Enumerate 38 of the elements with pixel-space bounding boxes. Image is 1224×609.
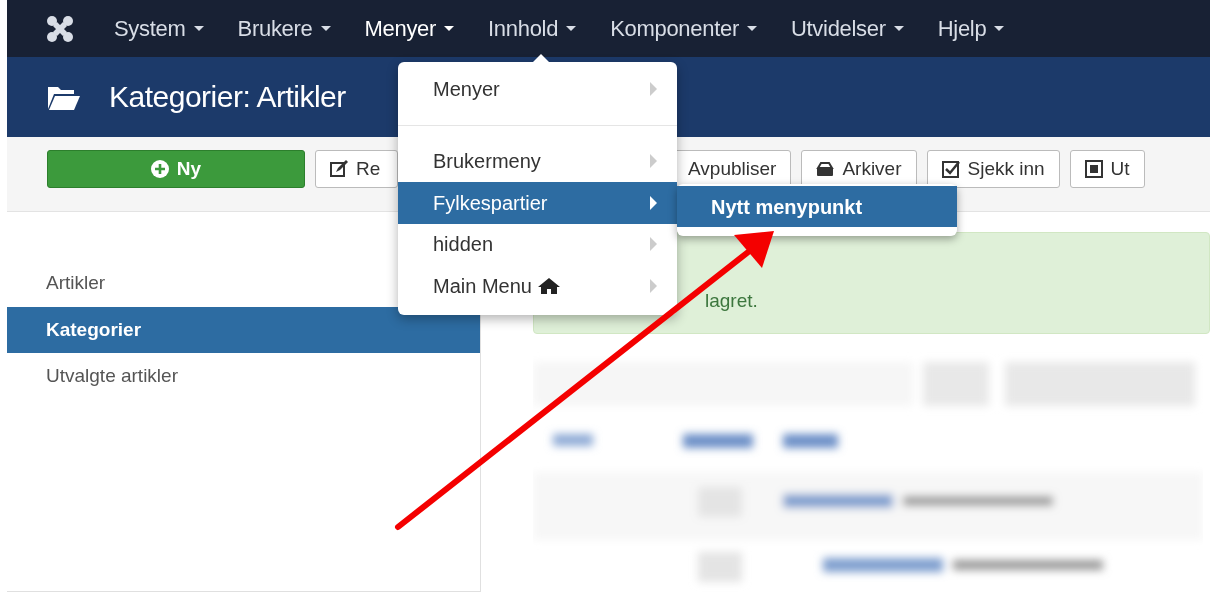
submenu-arrow-icon <box>650 81 657 96</box>
caret-icon <box>444 26 455 31</box>
caret-icon <box>994 26 1005 31</box>
submenu-arrow-icon <box>650 154 657 169</box>
menu-item[interactable]: Main Menu <box>398 265 677 307</box>
toolbar-button[interactable]: Sjekk inn <box>926 150 1060 188</box>
submenu-arrow-icon <box>650 195 657 210</box>
toolbar-button[interactable]: Re <box>315 150 398 188</box>
logo-icon <box>45 13 75 44</box>
nav-menu-item[interactable]: Menyer <box>347 12 472 45</box>
menu-item[interactable]: Menyer <box>398 68 677 110</box>
square-icon <box>1084 160 1103 178</box>
menu-item[interactable]: Fylkespartier <box>398 182 677 224</box>
nav-menu-item[interactable]: System <box>97 12 221 45</box>
archive-icon <box>816 160 835 178</box>
caret-icon <box>893 26 904 31</box>
toolbar-button[interactable]: Ut <box>1069 150 1145 188</box>
caret-icon <box>193 26 204 31</box>
menu-item[interactable]: hidden <box>398 223 677 265</box>
alert-message: lagret. <box>705 288 758 313</box>
submenu-arrow-icon <box>650 237 657 252</box>
caret-icon <box>566 26 577 31</box>
nav-menu-item[interactable]: Utvidelser <box>773 12 921 45</box>
nav-menu-item[interactable]: Hjelp <box>920 12 1022 45</box>
submenu-arrow-icon <box>650 278 657 293</box>
checkbox-icon <box>941 160 960 178</box>
sidebar-item[interactable]: Utvalgte artikler <box>7 353 480 400</box>
caret-icon <box>320 26 331 31</box>
submenu-item[interactable]: Nytt menypunkt <box>677 186 957 227</box>
add-icon <box>150 160 169 178</box>
nav-menu-item[interactable]: Innhold <box>471 12 594 45</box>
edit-icon <box>330 160 348 178</box>
sidebar-item[interactable]: Kategorier <box>7 306 480 353</box>
new-button[interactable]: Ny <box>47 150 305 188</box>
nav-menu-item[interactable]: Komponenter <box>593 12 774 45</box>
page-title: Kategorier: Artikler <box>109 79 346 115</box>
caret-icon <box>746 26 757 31</box>
nav-menu-item[interactable]: Brukere <box>220 12 348 45</box>
